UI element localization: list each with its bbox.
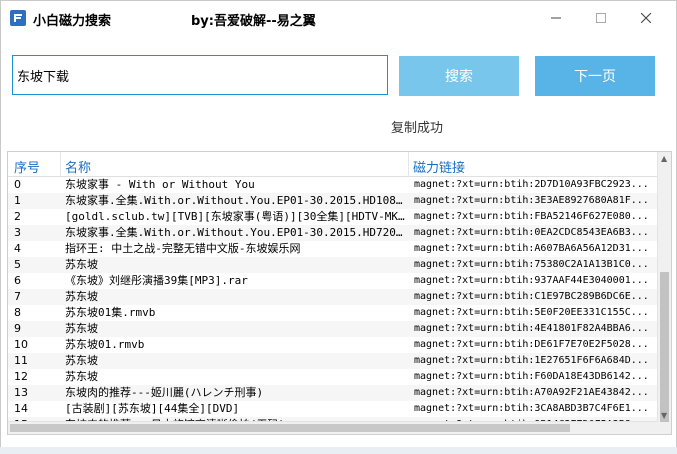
row-name: 苏东坡 [65, 290, 98, 303]
window-subtitle: by:吾爱破解--易之翼 [191, 14, 316, 29]
close-icon [640, 13, 651, 23]
list-row[interactable]: 14 [古装剧][苏东坡][44集全][DVD] magnet:?xt=urn:bt… [8, 401, 658, 417]
row-name: 苏东坡01.rmvb [65, 338, 145, 351]
row-name: 苏东坡01集.rmvb [65, 306, 156, 319]
row-magnet-link: magnet:?xt=urn:btih:2D7D10A93FBC2923... [414, 179, 649, 190]
row-name: 苏东坡 [65, 322, 98, 335]
row-index: 13 [14, 386, 28, 399]
list-row[interactable]: 1 东坡家事.全集.With.or.Without.You.EP01-30.201… [8, 193, 658, 209]
list-row[interactable]: 6 《东坡》刘继彤演播39集[MP3].rar magnet:?xt=urn:bti… [8, 273, 658, 289]
row-index: 10 [14, 338, 28, 351]
row-index: 7 [14, 290, 21, 303]
row-magnet-link: magnet:?xt=urn:btih:937AAF44E3040001... [414, 275, 649, 286]
title-bar: 小白磁力搜索 by:吾爱破解--易之翼 [1, 1, 676, 37]
row-name: 《东坡》刘继彤演播39集[MP3].rar [65, 274, 248, 287]
column-divider[interactable] [60, 152, 61, 176]
column-header-index[interactable]: 序号 [14, 157, 40, 176]
next-page-button[interactable]: 下一页 [535, 56, 655, 96]
desktop-strip [0, 447, 677, 454]
row-name: [古装剧][苏东坡][44集全][DVD] [65, 402, 240, 415]
row-index: 1 [14, 194, 21, 207]
vertical-scrollbar[interactable]: ▲ ▼ [657, 152, 671, 434]
row-magnet-link: magnet:?xt=urn:btih:75380C2A1A13B1C0... [414, 259, 649, 270]
row-index: 12 [14, 370, 28, 383]
row-magnet-link: magnet:?xt=urn:btih:3E3AE8927680A81F... [414, 195, 649, 206]
row-name: 东坡肉的推荐---姬川麗(ハレンチ刑事) [65, 386, 264, 399]
list-header: 序号 名称 磁力链接 [8, 152, 658, 177]
app-logo-icon [10, 10, 26, 26]
maximize-icon [595, 13, 606, 23]
app-window: 小白磁力搜索 by:吾爱破解--易之翼 搜索 下一页 复制成功 序号 名称 磁力… [0, 0, 677, 449]
list-row[interactable]: 8 苏东坡01集.rmvb magnet:?xt=urn:btih:5E0F20EE… [8, 305, 658, 321]
row-name: 指环王: 中土之战-完整无错中文版-东坡娱乐网 [65, 242, 301, 255]
row-name: 东坡家事 - With or Without You [65, 178, 255, 191]
scroll-up-icon[interactable]: ▲ [661, 154, 667, 163]
row-magnet-link: magnet:?xt=urn:btih:5E0F20EE331C155C... [414, 307, 649, 318]
row-name: 苏东坡 [65, 354, 98, 367]
minimize-icon [550, 17, 561, 19]
row-magnet-link: magnet:?xt=urn:btih:1E27651F6F6A684D... [414, 355, 649, 366]
list-rows: 0 东坡家事 - With or Without You magnet:?xt=ur… [8, 177, 658, 433]
list-row[interactable]: 2 [goldl.sclub.tw][TVB][东坡家事(粤语)][30全集][H… [8, 209, 658, 225]
row-magnet-link: magnet:?xt=urn:btih:0EA2CDC8543EA6B3... [414, 227, 649, 238]
list-row[interactable]: 0 东坡家事 - With or Without You magnet:?xt=ur… [8, 177, 658, 193]
row-index: 6 [14, 274, 21, 287]
row-index: 3 [14, 226, 21, 239]
row-magnet-link: magnet:?xt=urn:btih:A607BA6A56A12D31... [414, 243, 649, 254]
vertical-scroll-thumb[interactable] [660, 272, 669, 422]
row-magnet-link: magnet:?xt=urn:btih:C1E97BC289B6DC6E... [414, 291, 649, 302]
maximize-button[interactable] [578, 1, 623, 35]
row-index: 14 [14, 402, 28, 415]
row-index: 11 [14, 354, 28, 367]
horizontal-scrollbar[interactable] [8, 421, 658, 434]
list-row[interactable]: 7 苏东坡 magnet:?xt=urn:btih:C1E97BC289B6DC6E… [8, 289, 658, 305]
close-button[interactable] [623, 1, 668, 35]
column-header-name[interactable]: 名称 [65, 157, 91, 176]
horizontal-scroll-thumb[interactable] [10, 424, 570, 432]
column-header-magnet[interactable]: 磁力链接 [413, 157, 465, 176]
row-magnet-link: magnet:?xt=urn:btih:F60DA18E43DB6142... [414, 371, 649, 382]
window-title: 小白磁力搜索 [33, 14, 112, 29]
row-index: 9 [14, 322, 21, 335]
list-row[interactable]: 9 苏东坡 magnet:?xt=urn:btih:4E41801F82A4BBA6… [8, 321, 658, 337]
row-magnet-link: magnet:?xt=urn:btih:FBA52146F627E080... [414, 211, 649, 222]
list-row[interactable]: 10 苏东坡01.rmvb magnet:?xt=urn:btih:DE61F7E7… [8, 337, 658, 353]
minimize-button[interactable] [533, 1, 578, 35]
row-magnet-link: magnet:?xt=urn:btih:A70A92F21AE43842... [414, 387, 649, 398]
list-row[interactable]: 3 东坡家事.全集.With.or.Without.You.EP01-30.201… [8, 225, 658, 241]
search-button[interactable]: 搜索 [399, 56, 519, 96]
column-divider[interactable] [408, 152, 409, 176]
row-magnet-link: magnet:?xt=urn:btih:4E41801F82A4BBA6... [414, 323, 649, 334]
list-row[interactable]: 12 苏东坡 magnet:?xt=urn:btih:F60DA18E43DB614… [8, 369, 658, 385]
list-row[interactable]: 4 指环王: 中土之战-完整无错中文版-东坡娱乐网 magnet:?xt=urn:b… [8, 241, 658, 257]
row-name: 苏东坡 [65, 370, 98, 383]
row-index: 0 [14, 178, 21, 191]
row-name: 苏东坡 [65, 258, 98, 271]
row-index: 5 [14, 258, 21, 271]
results-list[interactable]: 序号 名称 磁力链接 0 东坡家事 - With or Without You ma… [7, 151, 672, 435]
row-index: 8 [14, 306, 21, 319]
row-index: 4 [14, 242, 21, 255]
search-input[interactable] [12, 55, 388, 95]
scroll-down-icon[interactable]: ▼ [661, 411, 667, 420]
list-row[interactable]: 11 苏东坡 magnet:?xt=urn:btih:1E27651F6F6A684… [8, 353, 658, 369]
row-magnet-link: magnet:?xt=urn:btih:3CA8ABD3B7C4F6E1... [414, 403, 649, 414]
row-name: 东坡家事.全集.With.or.Without.You.EP01-30.2015… [65, 226, 407, 239]
row-magnet-link: magnet:?xt=urn:btih:DE61F7E70E2F5028... [414, 339, 649, 350]
row-index: 2 [14, 210, 21, 223]
row-name: 东坡家事.全集.With.or.Without.You.EP01-30.2015… [65, 194, 407, 207]
status-message: 复制成功 [391, 121, 444, 136]
row-name: [goldl.sclub.tw][TVB][东坡家事(粤语)][30全集][HD… [65, 210, 407, 223]
list-row[interactable]: 13 东坡肉的推荐---姬川麗(ハレンチ刑事) magnet:?xt=urn:bti… [8, 385, 658, 401]
list-row[interactable]: 5 苏东坡 magnet:?xt=urn:btih:75380C2A1A13B1C0… [8, 257, 658, 273]
